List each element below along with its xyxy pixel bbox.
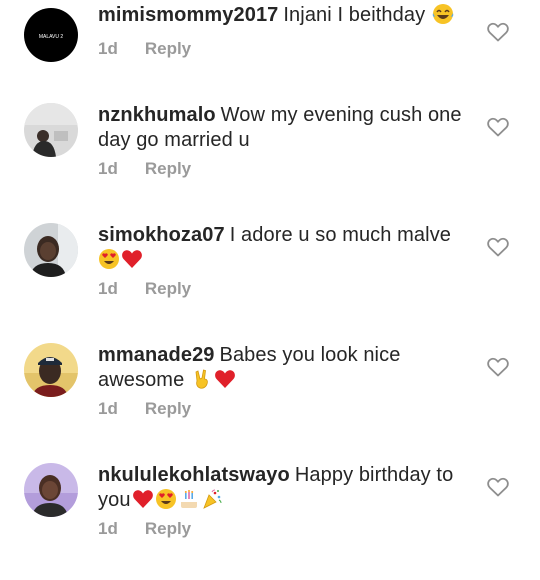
man-photo-avatar (24, 103, 78, 157)
black-logo-avatar: MALAVU 2 (24, 8, 78, 62)
birthday-cake-emoji (178, 488, 200, 510)
comment-meta: 1d Reply (98, 159, 191, 179)
red-heart-emoji (132, 488, 154, 510)
avatar[interactable] (24, 343, 78, 397)
comment-meta: 1d Reply (98, 399, 191, 419)
avatar[interactable] (24, 103, 78, 157)
comment-item: simokhoza07 I adore u so much malve 1d Rep… (0, 220, 540, 340)
man-photo-avatar (24, 463, 78, 517)
comment-username[interactable]: nkululekohlatswayo (98, 464, 290, 486)
comment-time: 1d (98, 159, 118, 178)
comment-text: nkululekohlatswayo Happy birthday to you (98, 463, 470, 513)
comment-text: simokhoza07 I adore u so much malve (98, 223, 470, 273)
comment-time: 1d (98, 519, 118, 538)
comment-username[interactable]: mmanade29 (98, 344, 215, 366)
avatar[interactable]: MALAVU 2 (24, 8, 78, 62)
party-popper-emoji (201, 488, 223, 510)
comment-time: 1d (98, 39, 118, 58)
comment-item: nkululekohlatswayoHappy birthday to you (0, 460, 540, 580)
comment-text: nznkhumalo Wow my evening cush one day go… (98, 103, 470, 153)
reply-button[interactable]: Reply (145, 39, 191, 58)
man-cap-photo-avatar (24, 343, 78, 397)
like-heart-icon[interactable] (487, 357, 509, 377)
reply-button[interactable]: Reply (145, 159, 191, 178)
like-heart-icon[interactable] (487, 117, 509, 137)
comment-text: mmanade29 Babes you look nice awesome (98, 343, 470, 393)
red-heart-emoji (214, 368, 236, 390)
comment-item: mmanade29 Babes you look nice awesome 1d R… (0, 340, 540, 460)
heart-eyes-emoji (155, 488, 177, 510)
comment-username[interactable]: simokhoza07 (98, 224, 225, 246)
comment-body: Injani I beithday (283, 4, 426, 26)
reply-button[interactable]: Reply (145, 279, 191, 298)
comment-text: mimismommy2017 Injani I beithday (98, 3, 470, 28)
comment-username[interactable]: mimismommy2017 (98, 4, 278, 26)
man-photo-avatar (24, 223, 78, 277)
comment-body: I adore u so much malve (229, 224, 452, 246)
comment-meta: 1d Reply (98, 519, 191, 539)
comment-username[interactable]: nznkhumalo (98, 104, 216, 126)
like-heart-icon[interactable] (487, 477, 509, 497)
comment-meta: 1d Reply (98, 279, 191, 299)
heart-eyes-emoji (98, 248, 120, 270)
reply-button[interactable]: Reply (145, 399, 191, 418)
tears-of-joy-emoji (432, 3, 454, 25)
comment-time: 1d (98, 399, 118, 418)
avatar[interactable] (24, 223, 78, 277)
comment-item: nznkhumalo Wow my evening cush one day go… (0, 100, 540, 220)
victory-hand-emoji (191, 368, 213, 390)
reply-button[interactable]: Reply (145, 519, 191, 538)
red-heart-emoji (121, 248, 143, 270)
like-heart-icon[interactable] (487, 22, 509, 42)
comment-time: 1d (98, 279, 118, 298)
comment-meta: 1d Reply (98, 39, 191, 59)
avatar[interactable] (24, 463, 78, 517)
avatar-logo-text: MALAVU 2 (39, 34, 64, 40)
like-heart-icon[interactable] (487, 237, 509, 257)
